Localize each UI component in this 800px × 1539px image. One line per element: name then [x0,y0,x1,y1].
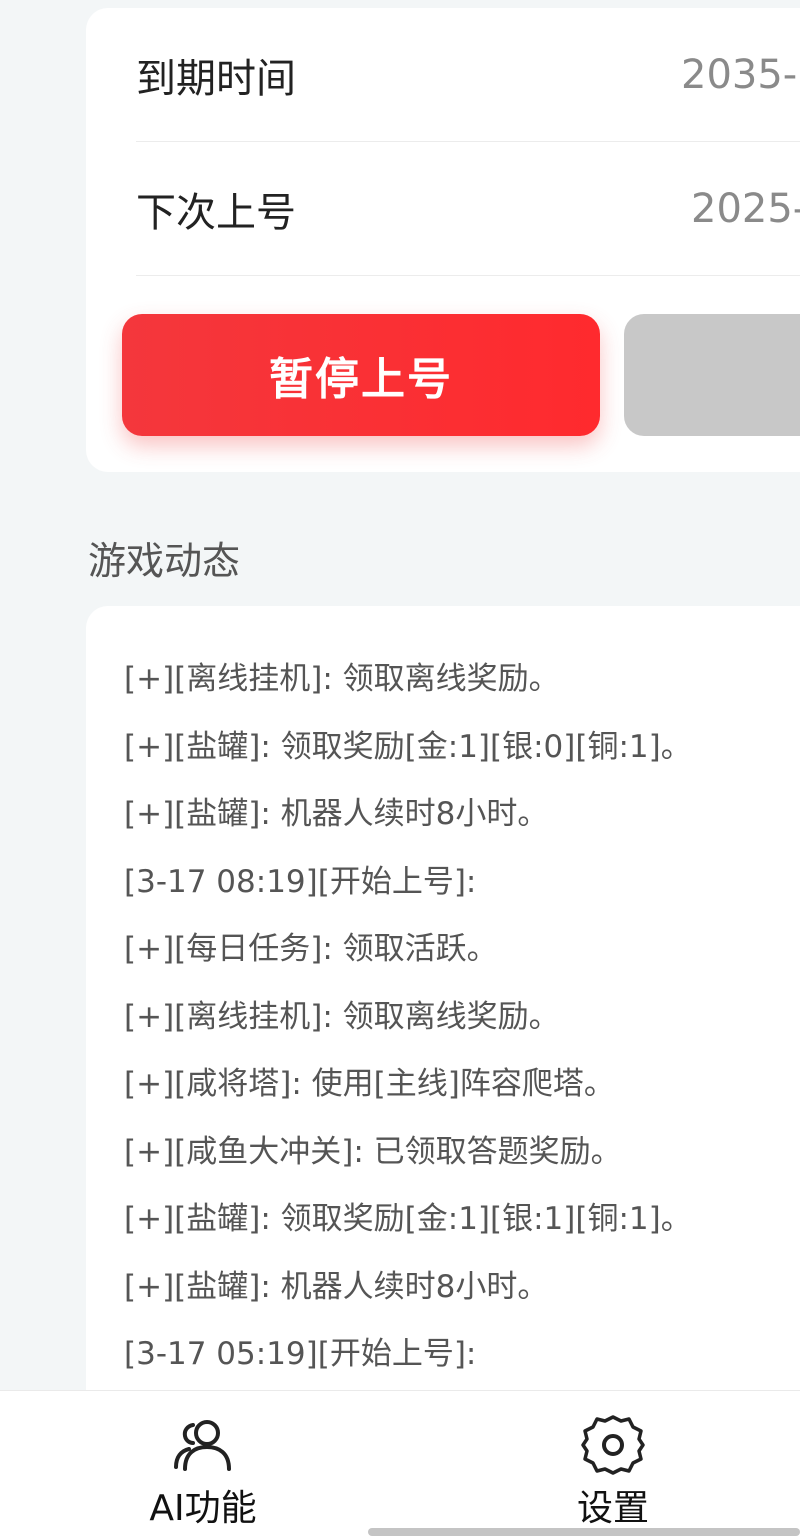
log-line: [+][离线挂机]: 领取离线奖励。 [124,998,560,1035]
log-line: [+][每日任务]: 领取活跃。 [124,931,498,967]
nav-item-ai[interactable]: AI功能 [103,1391,303,1539]
log-line: [+][盐罐]: 机器人续时8小时。 [124,796,549,832]
log-line: [+][咸鱼大冲关]: 已领取答题奖励。 [124,1133,622,1170]
pause-login-button[interactable]: 暂停上号 [122,314,600,436]
expire-value: 2035- [681,51,798,98]
next-login-value: 2025- [691,185,800,232]
home-indicator [368,1528,800,1536]
nav-label-ai: AI功能 [149,1488,257,1529]
nav-label-settings: 设置 [576,1488,649,1529]
gear-icon [581,1415,645,1475]
expire-label: 到期时间 [136,55,296,102]
game-log-card[interactable]: [+][离线挂机]: 领取离线奖励。 [+][盐罐]: 领取奖励[金:1][银:… [86,606,800,1426]
users-icon [174,1420,231,1471]
game-log-title: 游戏动态 [88,539,241,583]
secondary-action-button[interactable] [624,314,800,436]
bottom-nav: AI功能 设置 [0,1390,800,1539]
log-line: [+][咸将塔]: 使用[主线]阵容爬塔。 [124,1066,615,1102]
log-line: [3-17 08:19][开始上号]: [124,863,477,900]
log-line: [+][盐罐]: 机器人续时8小时。 [124,1268,549,1305]
game-log-list: [+][离线挂机]: 领取离线奖励。 [+][盐罐]: 领取奖励[金:1][银:… [124,646,800,1389]
account-card: 到期时间 2035- 下次上号 2025- 暂停上号 [86,8,800,472]
app-screen: 到期时间 2035- 下次上号 2025- 暂停上号 游戏动态 [+][离线挂机… [0,0,800,1539]
expire-row: 到期时间 2035- [136,8,800,142]
log-line: [+][盐罐]: 领取奖励[金:1][银:1][铜:1]。 [124,1201,692,1237]
next-login-row: 下次上号 2025- [136,142,800,276]
nav-item-settings[interactable]: 设置 [513,1391,713,1539]
log-line: [+][离线挂机]: 领取离线奖励。 [124,661,560,697]
next-login-label: 下次上号 [136,189,296,236]
log-line: [3-17 05:19][开始上号]: [124,1336,477,1372]
log-line: [+][盐罐]: 领取奖励[金:1][银:0][铜:1]。 [124,728,692,765]
